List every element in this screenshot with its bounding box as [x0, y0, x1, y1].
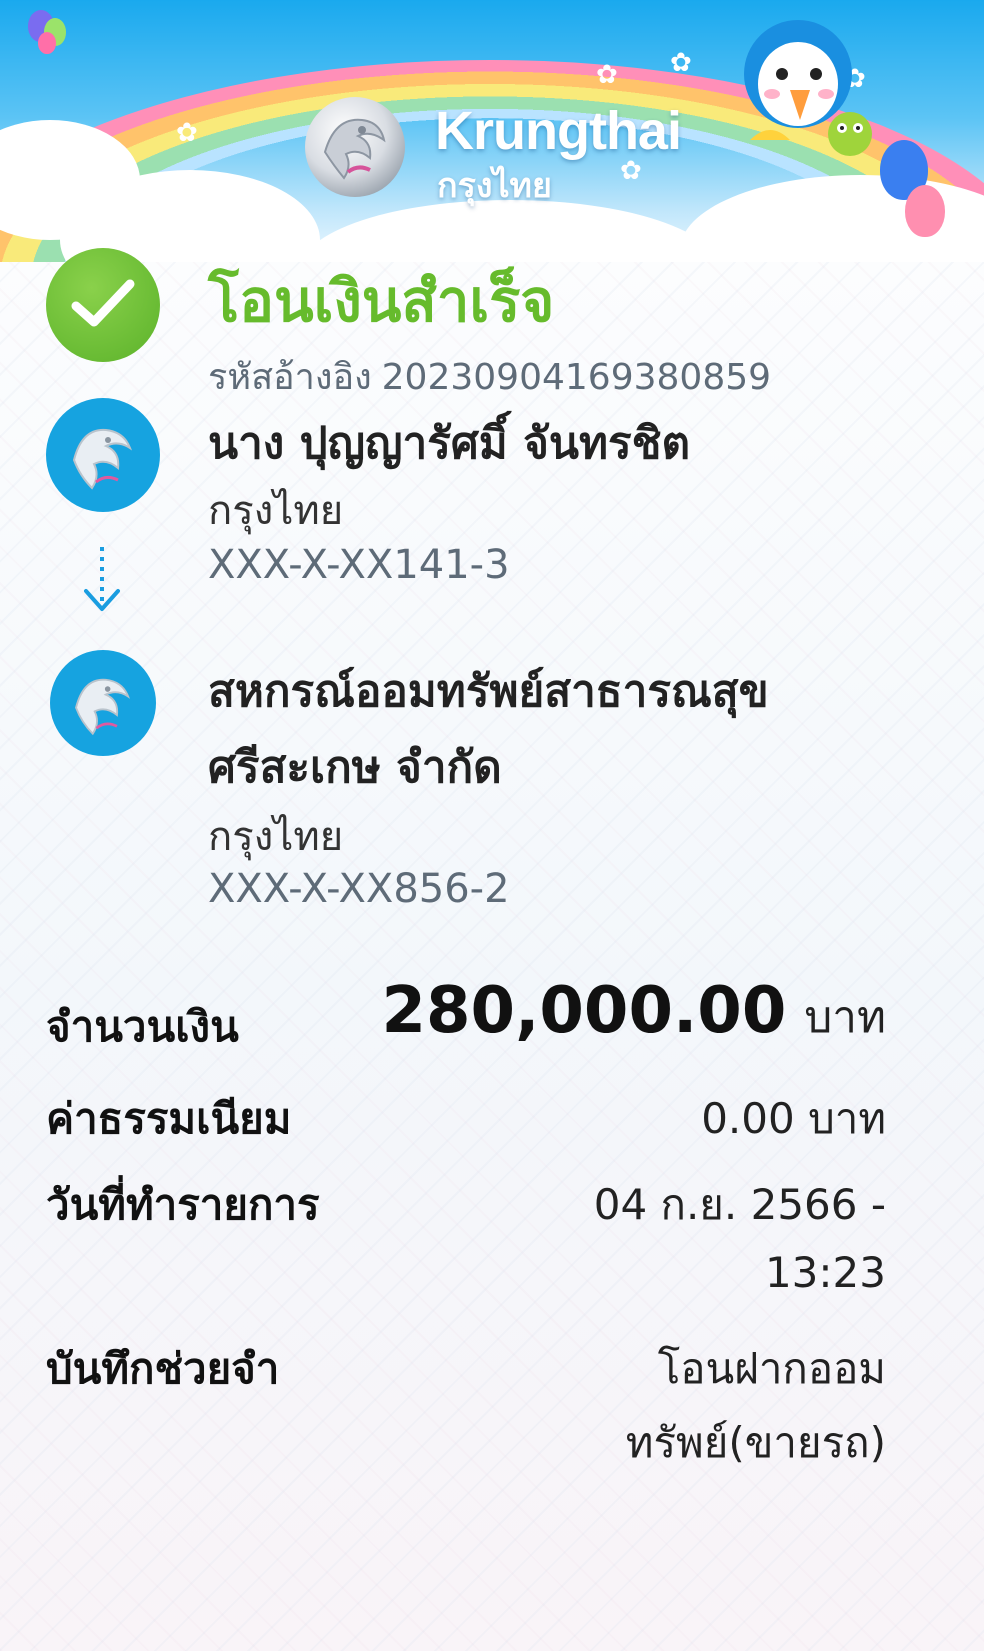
receiver-bank-logo	[50, 650, 156, 756]
success-check-circle	[46, 248, 160, 362]
sender-name: นาง ปุญญารัศมิ์ จันทรชิต	[208, 418, 691, 469]
check-icon	[71, 279, 135, 327]
amount-value-row: 280,000.00 บาท	[381, 974, 886, 1052]
arrow-down-icon	[84, 547, 120, 611]
amount-label: จำนวนเงิน	[46, 1002, 239, 1051]
brand-name: Krungthai	[435, 101, 682, 161]
reference-number: รหัสอ้างอิง 2023090416938085​9	[208, 348, 781, 405]
reference-value: 2023090416938085​9	[381, 357, 772, 398]
date-value-line2: 13:23	[764, 1248, 886, 1297]
flower-decoration: ✿	[176, 118, 198, 148]
status-title: โอนเงินสำเร็จ	[208, 267, 555, 335]
krungthai-logo-icon	[72, 428, 133, 490]
fee-label: ค่าธรรมเนียม	[46, 1094, 292, 1143]
krungthai-logo: Krungthai กรุงไทย	[300, 92, 720, 212]
memo-value-line2: ทรัพย์(ขายรถ)	[625, 1418, 886, 1467]
receiver-name-line2: ศรีสะเกษ จำกัด	[208, 742, 502, 793]
brand-name-thai: กรุงไทย	[437, 166, 552, 206]
header-banner: ✿ ✿ ✿ ✿ ✿ Krungthai กรุงไทย	[0, 0, 984, 262]
memo-label: บันทึกช่วยจำ	[46, 1344, 280, 1393]
transfer-slip: ✿ ✿ ✿ ✿ ✿ Krungthai กรุงไทย โอนเงินสำเร็…	[0, 0, 984, 1651]
amount-value: 280,000.00	[381, 974, 787, 1048]
balloon-decoration	[38, 32, 56, 54]
reference-label: รหัสอ้างอิง	[208, 357, 372, 398]
mascot-frog-icon	[828, 112, 872, 156]
flower-decoration: ✿	[670, 48, 692, 78]
memo-value-line1: โอนฝากออม	[657, 1344, 886, 1393]
krungthai-logo-icon	[75, 678, 131, 736]
date-value-line1: 04 ก.ย. 2566 -	[593, 1180, 886, 1229]
receiver-account: XXX-X-XX856-2	[208, 866, 510, 912]
flower-decoration: ✿	[596, 60, 618, 90]
amount-unit: บาท	[804, 992, 886, 1043]
receiver-bank: กรุงไทย	[208, 814, 344, 860]
sender-bank-logo	[46, 398, 160, 512]
receiver-name-line1: สหกรณ์ออมทรัพย์สาธารณสุข	[208, 666, 769, 717]
sender-account: XXX-X-XX141-3	[208, 542, 510, 588]
fee-value: 0.00 บาท	[701, 1094, 886, 1143]
sender-bank: กรุงไทย	[208, 488, 344, 534]
date-label: วันที่ทำรายการ	[46, 1180, 320, 1229]
balloon-decoration	[905, 185, 945, 237]
krungthai-bird-icon	[305, 97, 405, 197]
